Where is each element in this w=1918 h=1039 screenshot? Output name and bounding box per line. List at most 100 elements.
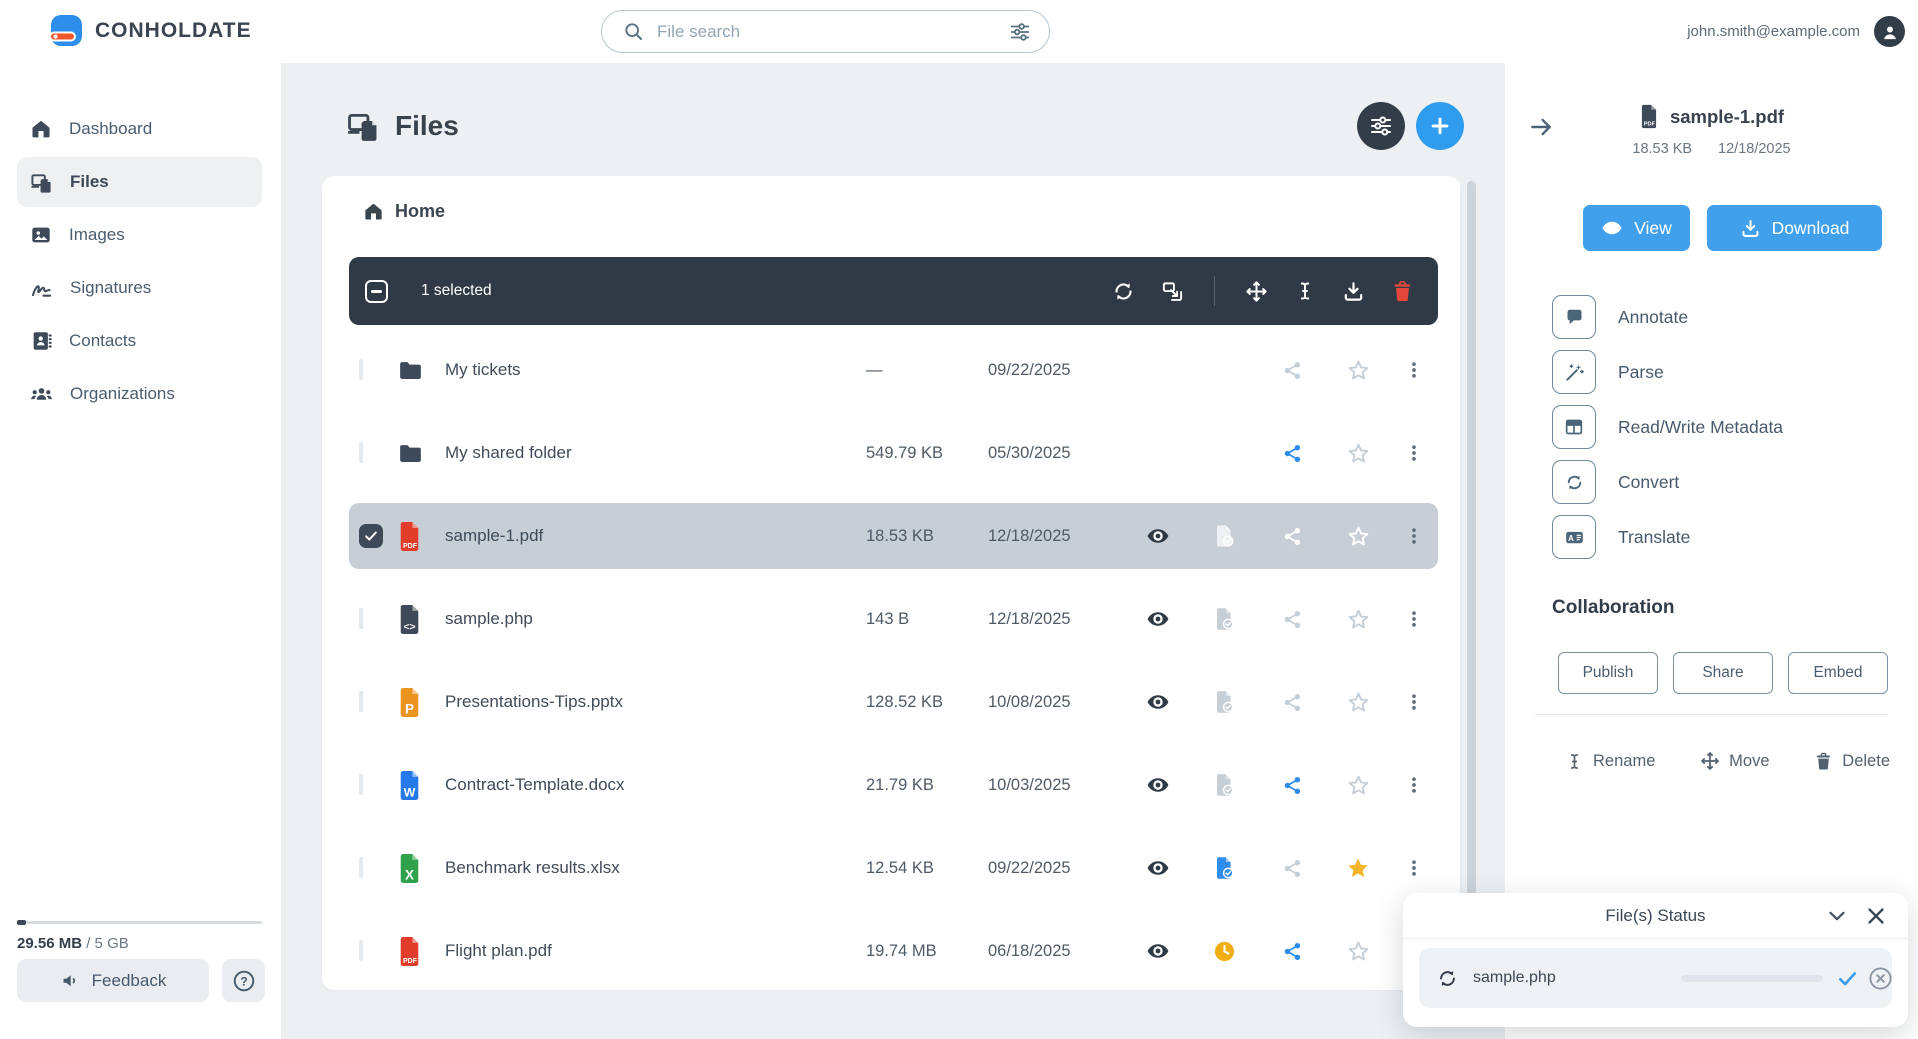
file-status-icon[interactable] xyxy=(1190,856,1258,880)
row-checkbox-checked[interactable] xyxy=(359,524,383,548)
processing-sync-icon xyxy=(1437,968,1458,989)
convert-icon[interactable] xyxy=(1112,280,1135,303)
search-input[interactable] xyxy=(657,21,1009,42)
chevron-down-icon[interactable] xyxy=(1825,904,1849,928)
row-checkbox[interactable] xyxy=(359,691,363,712)
star-icon[interactable] xyxy=(1326,774,1390,797)
preview-eye-icon[interactable] xyxy=(1126,939,1190,963)
preview-eye-icon[interactable] xyxy=(1126,690,1190,714)
share-icon[interactable] xyxy=(1258,609,1326,630)
move-action[interactable]: Move xyxy=(1700,751,1770,771)
share-icon[interactable] xyxy=(1258,443,1326,464)
pending-clock-icon[interactable] xyxy=(1190,940,1258,963)
download-icon[interactable] xyxy=(1342,280,1365,303)
share-icon[interactable] xyxy=(1258,858,1326,879)
brand-logo[interactable]: CONHOLDATE xyxy=(49,14,252,47)
file-row[interactable]: X Benchmark results.xlsx 12.54 KB 09/22/… xyxy=(349,835,1438,901)
file-row[interactable]: My tickets — 09/22/2025 xyxy=(349,337,1438,403)
star-icon[interactable] xyxy=(1326,442,1390,465)
help-button[interactable]: ? xyxy=(222,959,265,1002)
row-checkbox[interactable] xyxy=(359,774,363,795)
row-checkbox[interactable] xyxy=(359,359,363,380)
annotate-action[interactable]: Annotate xyxy=(1552,295,1882,339)
file-row[interactable]: P Presentations-Tips.pptx 128.52 KB 10/0… xyxy=(349,669,1438,735)
metadata-action[interactable]: Read/Write Metadata xyxy=(1552,405,1882,449)
star-icon[interactable] xyxy=(1326,940,1390,963)
file-status-icon[interactable] xyxy=(1190,773,1258,797)
sidebar-item-dashboard[interactable]: Dashboard xyxy=(17,104,262,154)
sidebar-item-images[interactable]: Images xyxy=(17,210,262,260)
row-checkbox[interactable] xyxy=(359,857,363,878)
translate-icon: A xyxy=(1552,515,1596,559)
star-icon[interactable] xyxy=(1326,525,1390,548)
star-icon-favorite[interactable] xyxy=(1326,856,1390,880)
preview-eye-icon[interactable] xyxy=(1126,607,1190,631)
preview-eye-icon[interactable] xyxy=(1126,524,1190,548)
download-button[interactable]: Download xyxy=(1707,205,1882,251)
avatar[interactable] xyxy=(1874,16,1905,47)
share-icon[interactable] xyxy=(1258,941,1326,962)
file-row[interactable]: W Contract-Template.docx 21.79 KB 10/03/… xyxy=(349,752,1438,818)
sidebar-item-organizations[interactable]: Organizations xyxy=(17,369,262,419)
move-icon[interactable] xyxy=(1245,280,1268,303)
sidebar-item-label: Dashboard xyxy=(69,119,153,138)
sidebar-item-files[interactable]: Files xyxy=(17,157,262,207)
file-status-icon[interactable] xyxy=(1190,607,1258,631)
star-icon[interactable] xyxy=(1326,691,1390,714)
rename-icon[interactable] xyxy=(1294,280,1316,302)
row-checkbox[interactable] xyxy=(359,608,363,629)
row-menu-icon[interactable] xyxy=(1390,858,1438,878)
file-row-selected[interactable]: PDF sample-1.pdf 18.53 KB 12/18/2025 xyxy=(349,503,1438,569)
sidebar-item-contacts[interactable]: Contacts xyxy=(17,316,262,366)
star-icon[interactable] xyxy=(1326,608,1390,631)
copy-icon[interactable] xyxy=(1161,280,1184,303)
file-row[interactable]: My shared folder 549.79 KB 05/30/2025 xyxy=(349,420,1438,486)
row-menu-icon[interactable] xyxy=(1390,775,1438,795)
rename-action[interactable]: Rename xyxy=(1565,751,1655,771)
delete-action[interactable]: Delete xyxy=(1814,751,1890,771)
add-file-button[interactable] xyxy=(1416,102,1464,150)
row-checkbox[interactable] xyxy=(359,940,363,961)
select-all-checkbox[interactable] xyxy=(365,279,388,303)
share-icon[interactable] xyxy=(1258,360,1326,381)
file-row[interactable]: <> sample.php 143 B 12/18/2025 xyxy=(349,586,1438,652)
close-icon[interactable] xyxy=(1864,904,1888,928)
details-file-name: sample-1.pdf xyxy=(1669,105,1785,127)
star-icon[interactable] xyxy=(1326,359,1390,382)
sidebar-item-signatures[interactable]: Signatures xyxy=(17,263,262,313)
embed-button[interactable]: Embed xyxy=(1788,652,1888,694)
view-button[interactable]: View xyxy=(1583,205,1690,251)
panel-divider xyxy=(1535,714,1888,715)
file-row[interactable]: PDF Flight plan.pdf 19.74 MB 06/18/2025 xyxy=(349,918,1438,984)
convert-action[interactable]: Convert xyxy=(1552,460,1882,504)
feedback-button[interactable]: Feedback xyxy=(17,959,209,1002)
row-menu-icon[interactable] xyxy=(1390,443,1438,463)
file-status-icon[interactable] xyxy=(1190,524,1258,548)
share-icon[interactable] xyxy=(1258,775,1326,796)
preview-eye-icon[interactable] xyxy=(1126,773,1190,797)
delete-icon[interactable] xyxy=(1391,280,1414,303)
translate-action[interactable]: A Translate xyxy=(1552,515,1882,559)
download-label: Download xyxy=(1771,217,1850,238)
row-menu-icon[interactable] xyxy=(1390,609,1438,629)
publish-button[interactable]: Publish xyxy=(1558,652,1658,694)
row-menu-icon[interactable] xyxy=(1390,360,1438,380)
search-filter-icon[interactable] xyxy=(1009,21,1031,43)
row-checkbox[interactable] xyxy=(359,442,363,463)
list-scrollbar[interactable] xyxy=(1467,181,1476,981)
file-search-box[interactable] xyxy=(601,10,1050,53)
breadcrumb[interactable]: Home xyxy=(363,201,445,222)
preview-eye-icon[interactable] xyxy=(1126,856,1190,880)
row-menu-icon[interactable] xyxy=(1390,526,1438,546)
sidebar-item-label: Files xyxy=(70,172,109,191)
parse-action[interactable]: Parse xyxy=(1552,350,1882,394)
share-icon[interactable] xyxy=(1258,692,1326,713)
row-menu-icon[interactable] xyxy=(1390,692,1438,712)
file-name: My shared folder xyxy=(445,443,572,462)
file-status-icon[interactable] xyxy=(1190,690,1258,714)
share-icon[interactable] xyxy=(1258,526,1326,547)
image-icon xyxy=(30,224,52,246)
view-settings-button[interactable] xyxy=(1357,102,1405,150)
share-button[interactable]: Share xyxy=(1673,652,1773,694)
dismiss-circle-x-icon[interactable] xyxy=(1868,966,1893,991)
